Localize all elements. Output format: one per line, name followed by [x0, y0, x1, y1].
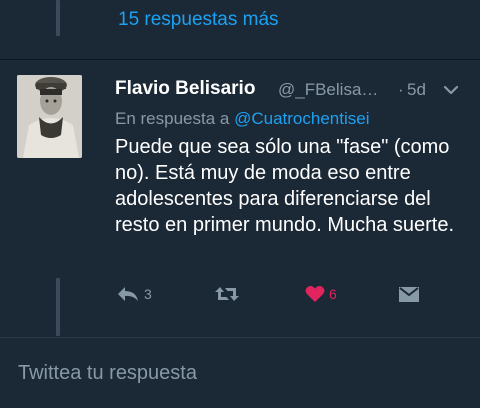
author-name[interactable]: Flavio Belisario	[115, 78, 255, 100]
tweet-text: Puede que sea sólo una "fase" (como no).…	[115, 136, 455, 236]
retweet-icon	[215, 287, 239, 301]
divider	[0, 337, 480, 338]
reply-mention-link[interactable]: @Cuatrochentisei	[234, 109, 369, 128]
reply-count: 3	[144, 286, 152, 302]
reply-button[interactable]: 3	[116, 283, 152, 305]
author-handle[interactable]: @_FBelisa…	[278, 80, 378, 100]
avatar-photo	[17, 75, 82, 158]
chevron-down-icon[interactable]	[441, 82, 461, 98]
retweet-button[interactable]	[214, 283, 244, 305]
compose-reply-input[interactable]: Twittea tu respuesta	[18, 362, 197, 385]
thread-line-bottom	[56, 278, 60, 336]
thread-line-top	[56, 0, 60, 36]
reply-prefix: En respuesta a	[115, 109, 230, 128]
divider	[0, 59, 480, 60]
avatar[interactable]	[17, 75, 82, 158]
tweet-time[interactable]: 5d	[407, 80, 426, 100]
direct-message-button[interactable]	[398, 283, 420, 305]
direct-message-icon	[399, 287, 419, 302]
like-count: 6	[329, 286, 337, 302]
separator-dot: ·	[398, 80, 404, 99]
heart-icon	[305, 285, 325, 302]
like-button[interactable]: 6	[305, 283, 337, 305]
reply-context: En respuesta a @Cuatrochentisei	[115, 109, 369, 129]
reply-icon	[118, 287, 138, 301]
more-replies-link[interactable]: 15 respuestas más	[118, 9, 279, 31]
